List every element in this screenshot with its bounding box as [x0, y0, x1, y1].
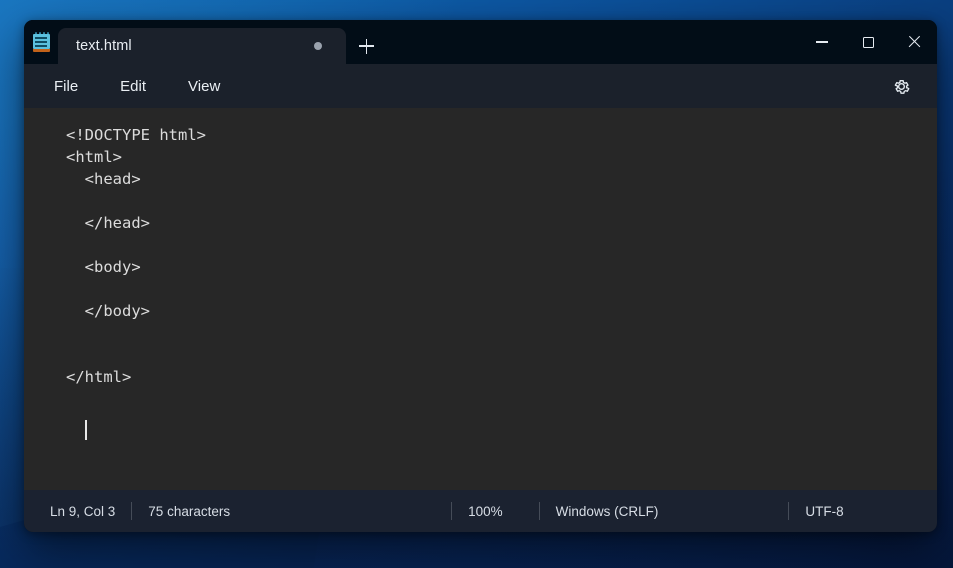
status-encoding[interactable]: UTF-8: [789, 500, 859, 522]
minimize-button[interactable]: [799, 20, 845, 64]
notepad-icon: [24, 20, 58, 64]
editor-content[interactable]: <!DOCTYPE html> <html> <head> </head> <b…: [24, 108, 937, 388]
status-zoom-level[interactable]: 100%: [452, 500, 519, 522]
status-character-count[interactable]: 75 characters: [132, 500, 246, 522]
plus-icon: [358, 38, 374, 54]
status-cursor-position[interactable]: Ln 9, Col 3: [24, 500, 131, 522]
status-bar: Ln 9, Col 3 75 characters 100% Windows (…: [24, 490, 937, 532]
tab-text-html[interactable]: text.html: [58, 28, 346, 64]
close-button[interactable]: [891, 20, 937, 64]
text-caret: [85, 420, 87, 440]
text-editor-area[interactable]: <!DOCTYPE html> <html> <head> </head> <b…: [24, 108, 937, 490]
window-controls: [799, 20, 937, 64]
new-tab-button[interactable]: [346, 28, 386, 64]
maximize-button[interactable]: [845, 20, 891, 64]
notepad-window: text.html File Edit View <!DOCTYPE html>…: [24, 20, 937, 532]
menu-bar: File Edit View: [24, 64, 937, 108]
gear-icon: [894, 79, 909, 94]
settings-button[interactable]: [883, 64, 919, 108]
minimize-icon: [816, 41, 828, 43]
desktop-wallpaper: text.html File Edit View <!DOCTYPE html>…: [0, 0, 953, 568]
menu-item-view[interactable]: View: [188, 79, 220, 94]
close-icon: [908, 36, 921, 49]
menu-item-edit[interactable]: Edit: [120, 79, 146, 94]
tab-title: text.html: [76, 38, 132, 54]
menu-item-file[interactable]: File: [54, 79, 78, 94]
unsaved-dot-icon: [314, 42, 322, 50]
status-line-ending[interactable]: Windows (CRLF): [540, 500, 675, 522]
title-bar: text.html: [24, 20, 937, 64]
maximize-icon: [862, 36, 874, 48]
